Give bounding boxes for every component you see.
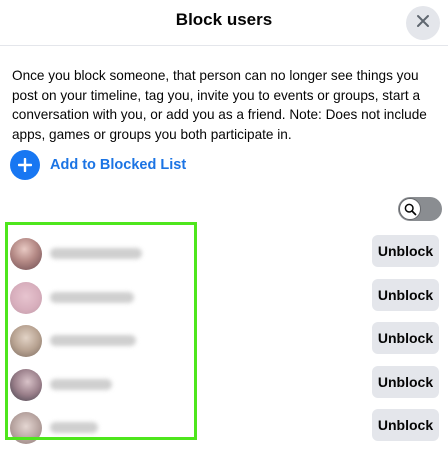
unblock-button[interactable]: Unblock <box>372 279 439 311</box>
blocked-user-row: Unblock <box>0 235 448 273</box>
unblock-button[interactable]: Unblock <box>372 322 439 354</box>
dialog-title: Block users <box>175 10 273 29</box>
blurred-user-name <box>50 422 98 433</box>
unblock-button[interactable]: Unblock <box>372 409 439 441</box>
blocked-user-row: Unblock <box>0 409 448 447</box>
add-to-blocked-list-label: Add to Blocked List <box>50 157 187 173</box>
unblock-button[interactable]: Unblock <box>372 366 439 398</box>
avatar <box>10 325 42 357</box>
blurred-user-name <box>50 248 142 259</box>
plus-icon <box>10 150 40 180</box>
add-to-blocked-list-button[interactable]: Add to Blocked List <box>10 150 186 180</box>
search-toggle[interactable] <box>398 197 442 221</box>
block-description: Once you block someone, that person can … <box>12 68 427 142</box>
blocked-user-row: Unblock <box>0 279 448 317</box>
avatar <box>10 412 42 444</box>
avatar <box>10 369 42 401</box>
block-users-dialog: Block users Once you block someone, that… <box>0 0 448 450</box>
close-icon <box>416 14 430 33</box>
search-icon <box>399 198 421 220</box>
blocked-user-row: Unblock <box>0 322 448 360</box>
avatar <box>10 238 42 270</box>
blurred-user-name <box>50 292 134 303</box>
dialog-header: Block users <box>0 0 448 46</box>
blocked-user-row: Unblock <box>0 366 448 404</box>
blurred-user-name <box>50 335 136 346</box>
blurred-user-name <box>50 379 112 390</box>
unblock-button[interactable]: Unblock <box>372 235 439 267</box>
avatar <box>10 282 42 314</box>
close-button[interactable] <box>406 6 440 40</box>
